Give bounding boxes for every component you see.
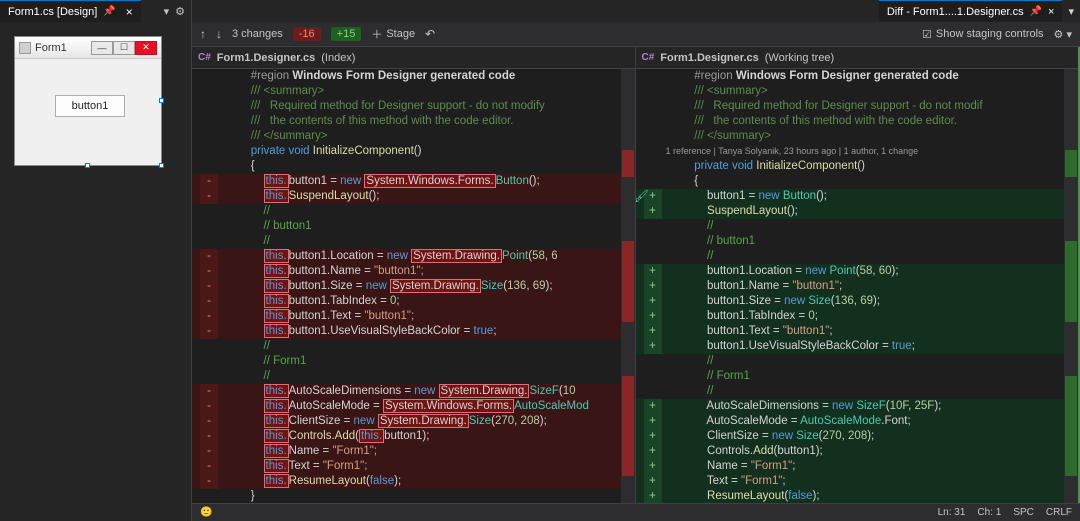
close-icon[interactable]: × (1048, 6, 1054, 18)
next-change-button[interactable]: ↓ (216, 27, 222, 41)
resize-grip[interactable] (159, 98, 164, 103)
diff-toolbar: ↑ ↓ 3 changes -16 +15 ＋ Stage ↶ ☑ Show s… (192, 22, 1080, 47)
indent-mode[interactable]: SPC (1013, 507, 1034, 518)
resize-grip[interactable] (159, 163, 164, 168)
design-tab-label: Form1.cs [Design] (8, 6, 97, 18)
prev-change-button[interactable]: ↑ (200, 27, 206, 41)
additions-badge: +15 (331, 27, 362, 41)
undo-icon[interactable]: ↶ (425, 27, 435, 41)
right-pane-header: C# Form1.Designer.cs (Working tree) (636, 47, 1079, 69)
form-title-text: Form1 (35, 42, 67, 54)
diff-left-pane: C# Form1.Designer.cs (Index) #region Win… (192, 47, 636, 521)
design-tab[interactable]: Form1.cs [Design] 📌 × (0, 0, 141, 22)
overview-ruler[interactable] (621, 69, 635, 521)
left-pane-header: C# Form1.Designer.cs (Index) (192, 47, 635, 69)
char-number[interactable]: Ch: 1 (977, 507, 1001, 518)
maximize-icon: ☐ (113, 41, 135, 55)
form-body[interactable]: button1 (15, 59, 161, 165)
close-icon[interactable]: × (126, 5, 133, 19)
resize-grip[interactable] (85, 163, 90, 168)
overview-ruler[interactable] (1064, 69, 1078, 521)
deletions-badge: -16 (293, 27, 321, 41)
stage-button[interactable]: ＋ Stage (371, 26, 415, 42)
diff-tab[interactable]: Diff - Form1....1.Designer.cs 📌 × (879, 0, 1063, 22)
form-titlebar: Form1 — ☐ ✕ (15, 37, 161, 59)
csharp-icon: C# (198, 52, 211, 63)
right-code-area[interactable]: #region Windows Form Designer generated … (636, 69, 1079, 521)
diff-right-pane: C# Form1.Designer.cs (Working tree) #reg… (636, 47, 1080, 521)
line-ending[interactable]: CRLF (1046, 507, 1072, 518)
settings-gear-icon[interactable]: ⚙ ▾ (1054, 28, 1072, 41)
dropdown-icon[interactable]: ▾ (164, 5, 170, 18)
designer-surface[interactable]: Form1 — ☐ ✕ button1 (0, 22, 191, 521)
line-number[interactable]: Ln: 31 (938, 507, 966, 518)
left-code-area[interactable]: #region Windows Form Designer generated … (192, 69, 635, 521)
button1-control[interactable]: button1 (55, 95, 125, 117)
lightbulb-icon[interactable]: 🖌 (636, 189, 649, 204)
pin-icon[interactable]: 📌 (103, 6, 115, 17)
dropdown-icon[interactable]: ▾ (1068, 5, 1074, 18)
gear-icon[interactable]: ⚙ (175, 5, 185, 18)
window-close-icon: ✕ (135, 41, 157, 55)
diff-tab-label: Diff - Form1....1.Designer.cs (887, 6, 1024, 18)
form-window[interactable]: Form1 — ☐ ✕ button1 (14, 36, 162, 166)
pin-icon[interactable]: 📌 (1030, 6, 1042, 17)
codelens[interactable]: 1 reference | Tanya Solyanik, 23 hours a… (666, 144, 919, 159)
show-staging-toggle[interactable]: ☑ Show staging controls (922, 28, 1044, 41)
diff-body: C# Form1.Designer.cs (Index) #region Win… (192, 47, 1080, 521)
minimize-icon: — (91, 41, 113, 55)
changes-count: 3 changes (232, 28, 283, 40)
form-icon (19, 42, 31, 54)
design-tab-bar: Form1.cs [Design] 📌 × ▾ ⚙ (0, 0, 191, 22)
right-status-bar: 🙂 Ln: 31 Ch: 1 SPC CRLF (636, 503, 1080, 521)
diff-tab-bar: Diff - Form1....1.Designer.cs 📌 × ▾ (192, 0, 1080, 22)
csharp-icon: C# (642, 52, 655, 63)
